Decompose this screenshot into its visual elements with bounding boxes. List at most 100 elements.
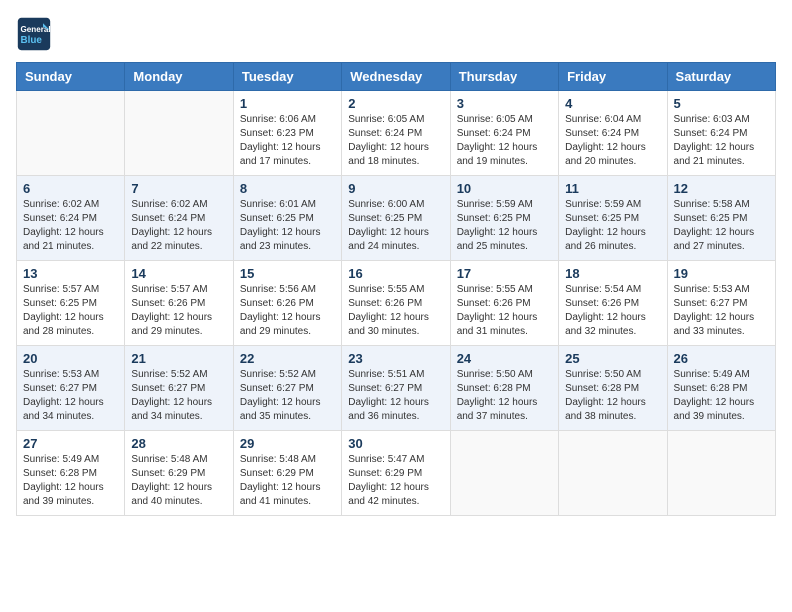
day-info: Sunrise: 5:59 AM Sunset: 6:25 PM Dayligh… — [457, 198, 552, 254]
day-number: 25 — [565, 351, 660, 366]
day-number: 2 — [348, 96, 443, 111]
calendar-cell: 7 Sunrise: 6:02 AM Sunset: 6:24 PM Daylig… — [125, 176, 233, 261]
day-info: Sunrise: 6:02 AM Sunset: 6:24 PM Dayligh… — [23, 198, 118, 254]
day-info: Sunrise: 5:55 AM Sunset: 6:26 PM Dayligh… — [348, 283, 443, 339]
logo-icon: General Blue — [16, 16, 52, 52]
calendar-cell — [125, 91, 233, 176]
weekday-header-wednesday: Wednesday — [342, 63, 450, 91]
day-info: Sunrise: 6:02 AM Sunset: 6:24 PM Dayligh… — [131, 198, 226, 254]
day-info: Sunrise: 5:48 AM Sunset: 6:29 PM Dayligh… — [131, 453, 226, 509]
calendar-cell — [667, 431, 775, 516]
day-number: 7 — [131, 181, 226, 196]
day-number: 1 — [240, 96, 335, 111]
calendar-table: SundayMondayTuesdayWednesdayThursdayFrid… — [16, 62, 776, 516]
day-info: Sunrise: 5:49 AM Sunset: 6:28 PM Dayligh… — [674, 368, 769, 424]
day-number: 8 — [240, 181, 335, 196]
day-number: 15 — [240, 266, 335, 281]
day-number: 28 — [131, 436, 226, 451]
day-info: Sunrise: 5:48 AM Sunset: 6:29 PM Dayligh… — [240, 453, 335, 509]
day-info: Sunrise: 5:51 AM Sunset: 6:27 PM Dayligh… — [348, 368, 443, 424]
calendar-cell: 2 Sunrise: 6:05 AM Sunset: 6:24 PM Daylig… — [342, 91, 450, 176]
day-number: 9 — [348, 181, 443, 196]
weekday-header-tuesday: Tuesday — [233, 63, 341, 91]
calendar-cell: 28 Sunrise: 5:48 AM Sunset: 6:29 PM Dayli… — [125, 431, 233, 516]
day-info: Sunrise: 5:50 AM Sunset: 6:28 PM Dayligh… — [565, 368, 660, 424]
page-header: General Blue — [16, 16, 776, 52]
calendar-cell: 18 Sunrise: 5:54 AM Sunset: 6:26 PM Dayli… — [559, 261, 667, 346]
weekday-header-sunday: Sunday — [17, 63, 125, 91]
day-number: 5 — [674, 96, 769, 111]
day-info: Sunrise: 5:49 AM Sunset: 6:28 PM Dayligh… — [23, 453, 118, 509]
calendar-cell: 14Sunrise: 5:57 AM Sunset: 6:26 PM Dayli… — [125, 261, 233, 346]
weekday-header-monday: Monday — [125, 63, 233, 91]
day-info: Sunrise: 5:53 AM Sunset: 6:27 PM Dayligh… — [23, 368, 118, 424]
day-number: 10 — [457, 181, 552, 196]
day-info: Sunrise: 5:54 AM Sunset: 6:26 PM Dayligh… — [565, 283, 660, 339]
day-number: 17 — [457, 266, 552, 281]
day-info: Sunrise: 5:53 AM Sunset: 6:27 PM Dayligh… — [674, 283, 769, 339]
day-info: Sunrise: 5:55 AM Sunset: 6:26 PM Dayligh… — [457, 283, 552, 339]
calendar-cell — [450, 431, 558, 516]
weekday-header-thursday: Thursday — [450, 63, 558, 91]
day-number: 12 — [674, 181, 769, 196]
calendar-cell: 24Sunrise: 5:50 AM Sunset: 6:28 PM Dayli… — [450, 346, 558, 431]
calendar-cell: 25 Sunrise: 5:50 AM Sunset: 6:28 PM Dayli… — [559, 346, 667, 431]
calendar-cell: 29 Sunrise: 5:48 AM Sunset: 6:29 PM Dayli… — [233, 431, 341, 516]
calendar-cell: 26 Sunrise: 5:49 AM Sunset: 6:28 PM Dayli… — [667, 346, 775, 431]
day-info: Sunrise: 6:03 AM Sunset: 6:24 PM Dayligh… — [674, 113, 769, 169]
day-number: 6 — [23, 181, 118, 196]
day-info: Sunrise: 5:57 AM Sunset: 6:26 PM Dayligh… — [131, 283, 226, 339]
day-info: Sunrise: 6:06 AM Sunset: 6:23 PM Dayligh… — [240, 113, 335, 169]
day-info: Sunrise: 6:05 AM Sunset: 6:24 PM Dayligh… — [457, 113, 552, 169]
weekday-header-saturday: Saturday — [667, 63, 775, 91]
day-number: 18 — [565, 266, 660, 281]
calendar-cell: 10 Sunrise: 5:59 AM Sunset: 6:25 PM Dayli… — [450, 176, 558, 261]
day-number: 22 — [240, 351, 335, 366]
day-info: Sunrise: 6:01 AM Sunset: 6:25 PM Dayligh… — [240, 198, 335, 254]
day-number: 20 — [23, 351, 118, 366]
calendar-cell: 20 Sunrise: 5:53 AM Sunset: 6:27 PM Dayli… — [17, 346, 125, 431]
day-info: Sunrise: 5:57 AM Sunset: 6:25 PM Dayligh… — [23, 283, 118, 339]
calendar-week-row: 6 Sunrise: 6:02 AM Sunset: 6:24 PM Daylig… — [17, 176, 776, 261]
day-number: 19 — [674, 266, 769, 281]
calendar-cell: 22 Sunrise: 5:52 AM Sunset: 6:27 PM Dayli… — [233, 346, 341, 431]
calendar-cell: 11Sunrise: 5:59 AM Sunset: 6:25 PM Dayli… — [559, 176, 667, 261]
svg-text:Blue: Blue — [21, 35, 43, 46]
day-info: Sunrise: 5:52 AM Sunset: 6:27 PM Dayligh… — [131, 368, 226, 424]
calendar-cell: 1 Sunrise: 6:06 AM Sunset: 6:23 PM Daylig… — [233, 91, 341, 176]
day-number: 13 — [23, 266, 118, 281]
calendar-cell: 6 Sunrise: 6:02 AM Sunset: 6:24 PM Daylig… — [17, 176, 125, 261]
day-number: 21 — [131, 351, 226, 366]
day-number: 11 — [565, 181, 660, 196]
day-number: 23 — [348, 351, 443, 366]
calendar-cell: 16 Sunrise: 5:55 AM Sunset: 6:26 PM Dayli… — [342, 261, 450, 346]
calendar-cell: 15 Sunrise: 5:56 AM Sunset: 6:26 PM Dayli… — [233, 261, 341, 346]
calendar-cell: 13 Sunrise: 5:57 AM Sunset: 6:25 PM Dayli… — [17, 261, 125, 346]
day-number: 29 — [240, 436, 335, 451]
calendar-cell: 17 Sunrise: 5:55 AM Sunset: 6:26 PM Dayli… — [450, 261, 558, 346]
calendar-cell: 23 Sunrise: 5:51 AM Sunset: 6:27 PM Dayli… — [342, 346, 450, 431]
day-info: Sunrise: 6:05 AM Sunset: 6:24 PM Dayligh… — [348, 113, 443, 169]
calendar-cell: 19 Sunrise: 5:53 AM Sunset: 6:27 PM Dayli… — [667, 261, 775, 346]
day-info: Sunrise: 6:04 AM Sunset: 6:24 PM Dayligh… — [565, 113, 660, 169]
day-number: 16 — [348, 266, 443, 281]
weekday-header-row: SundayMondayTuesdayWednesdayThursdayFrid… — [17, 63, 776, 91]
calendar-cell: 9Sunrise: 6:00 AM Sunset: 6:25 PM Daylig… — [342, 176, 450, 261]
logo: General Blue — [16, 16, 56, 52]
day-number: 4 — [565, 96, 660, 111]
day-info: Sunrise: 5:50 AM Sunset: 6:28 PM Dayligh… — [457, 368, 552, 424]
calendar-cell: 4 Sunrise: 6:04 AM Sunset: 6:24 PM Daylig… — [559, 91, 667, 176]
calendar-week-row: 27 Sunrise: 5:49 AM Sunset: 6:28 PM Dayli… — [17, 431, 776, 516]
calendar-cell — [17, 91, 125, 176]
calendar-cell: 12Sunrise: 5:58 AM Sunset: 6:25 PM Dayli… — [667, 176, 775, 261]
calendar-cell: 21 Sunrise: 5:52 AM Sunset: 6:27 PM Dayli… — [125, 346, 233, 431]
day-info: Sunrise: 5:52 AM Sunset: 6:27 PM Dayligh… — [240, 368, 335, 424]
day-number: 30 — [348, 436, 443, 451]
calendar-week-row: 20 Sunrise: 5:53 AM Sunset: 6:27 PM Dayli… — [17, 346, 776, 431]
day-number: 26 — [674, 351, 769, 366]
calendar-cell: 3 Sunrise: 6:05 AM Sunset: 6:24 PM Daylig… — [450, 91, 558, 176]
day-number: 27 — [23, 436, 118, 451]
day-number: 3 — [457, 96, 552, 111]
calendar-cell: 27 Sunrise: 5:49 AM Sunset: 6:28 PM Dayli… — [17, 431, 125, 516]
day-info: Sunrise: 5:56 AM Sunset: 6:26 PM Dayligh… — [240, 283, 335, 339]
